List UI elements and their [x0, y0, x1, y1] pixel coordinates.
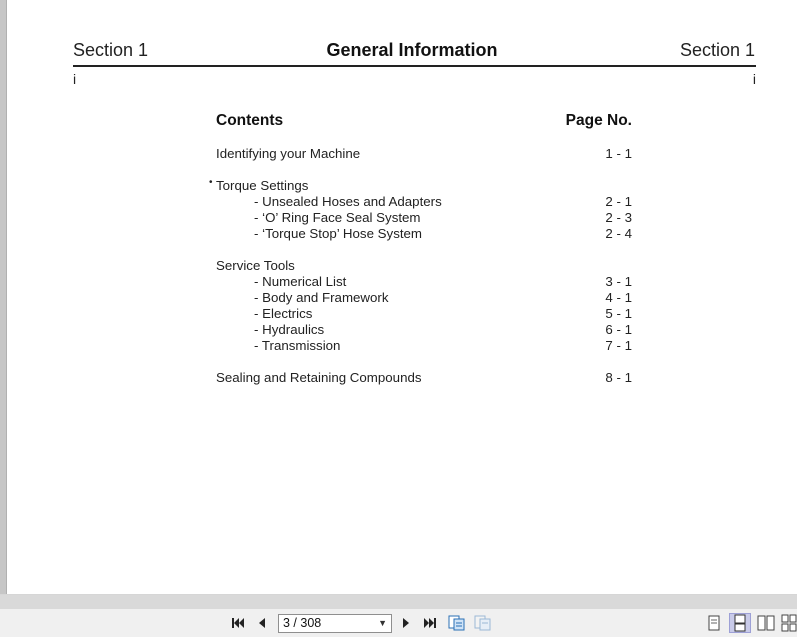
toc-entry-page: 3 - 1: [605, 274, 632, 289]
toc-entry-title: - Transmission: [254, 338, 341, 353]
document-page: Section 1 General Information Section 1 …: [7, 0, 797, 594]
toc-entry[interactable]: Identifying your Machine 1 - 1: [216, 146, 632, 162]
toc-header: Contents Page No.: [216, 112, 632, 132]
toc-entry[interactable]: - Transmission 7 - 1: [216, 338, 632, 354]
toc-entry-page: 6 - 1: [605, 322, 632, 337]
header-section-right: Section 1: [679, 40, 755, 60]
page-number-left: i: [73, 71, 77, 87]
copy-page-icon[interactable]: [447, 613, 467, 633]
toolbar-band: [0, 595, 797, 609]
toc-entry[interactable]: - Numerical List 3 - 1: [216, 274, 632, 290]
toc-entry-title: - ‘Torque Stop’ Hose System: [254, 226, 423, 241]
toc-entry[interactable]: - ‘O’ Ring Face Seal System 2 - 3: [216, 210, 632, 226]
toc-entry-title: - ‘O’ Ring Face Seal System: [254, 210, 421, 225]
toc-entry-title: - Body and Framework: [254, 290, 389, 305]
single-page-view-icon[interactable]: [705, 613, 723, 633]
toc-bullet: •: [209, 177, 213, 188]
toc-entry-page: 8 - 1: [605, 370, 632, 385]
toc-entry[interactable]: Sealing and Retaining Compounds 8 - 1: [216, 370, 632, 386]
toc-entry-title: Identifying your Machine: [216, 146, 361, 161]
toc-entry-title: - Unsealed Hoses and Adapters: [254, 194, 442, 209]
toc-entry[interactable]: - ‘Torque Stop’ Hose System 2 - 4: [216, 226, 632, 242]
page-number-input[interactable]: 3 / 308 ▼: [278, 614, 392, 633]
page-number-right: i: [752, 71, 756, 87]
toc-entry-page: 1 - 1: [605, 146, 632, 161]
toc-entry-page: 4 - 1: [605, 290, 632, 305]
toc-entry-page: 2 - 4: [605, 226, 632, 241]
table-of-contents: Contents Page No. Identifying your Machi…: [209, 112, 632, 386]
page-title: General Information: [326, 40, 498, 60]
toc-entry[interactable]: - Hydraulics 6 - 1: [216, 322, 632, 338]
toc-entry-page: 2 - 3: [605, 210, 632, 225]
toc-entry[interactable]: Service Tools: [216, 258, 632, 274]
toc-entry[interactable]: - Unsealed Hoses and Adapters 2 - 1: [216, 194, 632, 210]
toc-entry-title: - Numerical List: [254, 274, 347, 289]
toc-entry-title: Sealing and Retaining Compounds: [216, 370, 422, 385]
viewer-toolbar: 3 / 308 ▼: [0, 594, 797, 637]
toc-entry[interactable]: - Body and Framework 4 - 1: [216, 290, 632, 306]
toc-page-heading: Page No.: [565, 112, 632, 129]
two-page-view-icon[interactable]: [756, 613, 776, 633]
chevron-down-icon[interactable]: ▼: [378, 615, 387, 632]
previous-page-icon[interactable]: [255, 613, 269, 633]
toc-heading: Contents: [216, 112, 284, 129]
header-rule: [73, 65, 756, 67]
toc-entry[interactable]: - Electrics 5 - 1: [216, 306, 632, 322]
toc-entry-page: 7 - 1: [605, 338, 632, 353]
continuous-view-icon[interactable]: [729, 613, 751, 633]
toc-entry-page: 2 - 1: [605, 194, 632, 209]
left-gutter: [0, 0, 7, 594]
last-page-icon[interactable]: [421, 613, 439, 633]
toc-entry[interactable]: • Torque Settings: [209, 177, 632, 194]
next-page-icon[interactable]: [399, 613, 413, 633]
toc-entry-title: Torque Settings: [216, 178, 309, 193]
paste-page-icon[interactable]: [473, 613, 493, 633]
first-page-icon[interactable]: [229, 613, 247, 633]
two-page-continuous-view-icon[interactable]: [780, 613, 797, 633]
toc-entry-page: 5 - 1: [605, 306, 632, 321]
toc-entry-title: - Electrics: [254, 306, 313, 321]
toc-entry-title: - Hydraulics: [254, 322, 325, 337]
page-indicator-text: 3 / 308: [283, 616, 322, 630]
toc-entry-title: Service Tools: [216, 258, 295, 273]
